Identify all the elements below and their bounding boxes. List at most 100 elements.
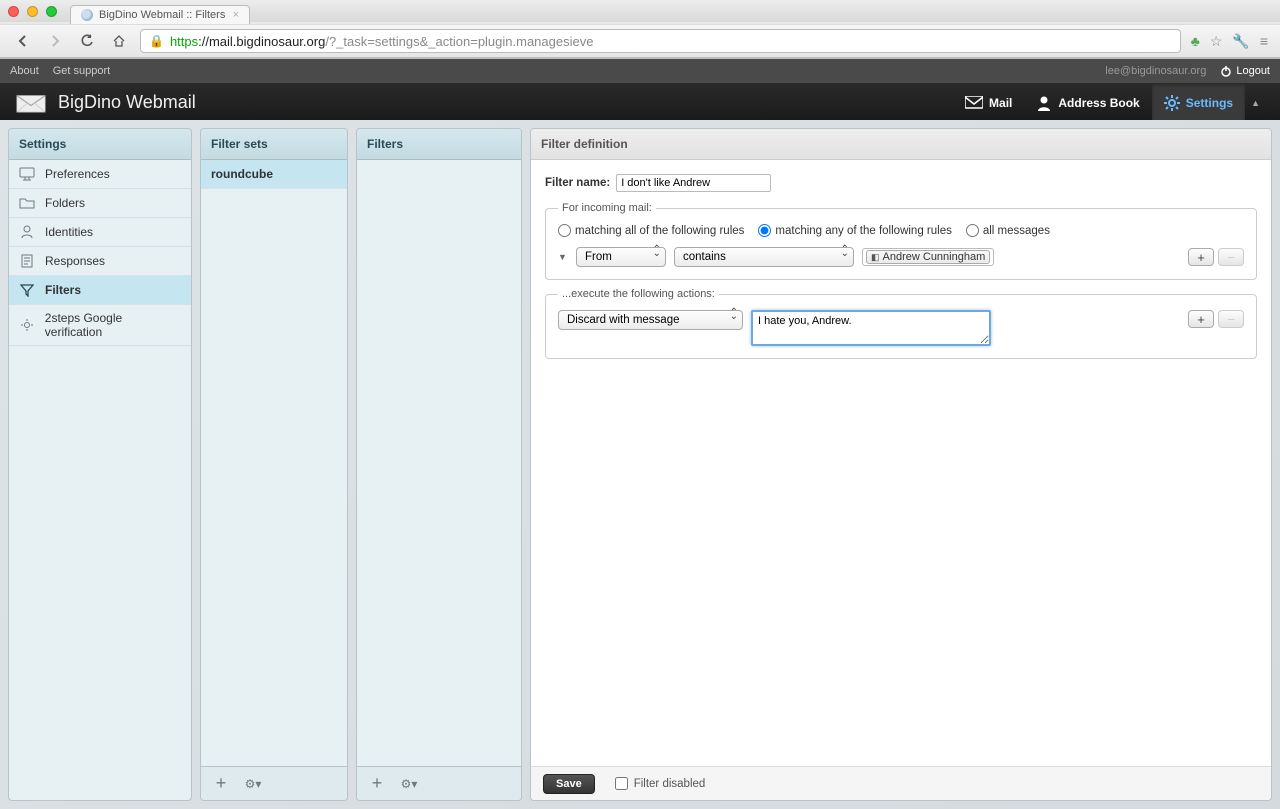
plus-icon: + [1197, 250, 1205, 265]
filter-icon [19, 282, 35, 298]
disclosure-triangle-icon[interactable]: ▼ [558, 252, 568, 262]
panel-filters-header: Filters [357, 129, 521, 160]
extension-icon[interactable]: ♣ [1191, 33, 1200, 49]
sidebar-item-filters[interactable]: Filters [9, 276, 191, 305]
panel-settings: Settings Preferences Folders Identities [8, 128, 192, 801]
rule-field-select[interactable]: From [576, 247, 666, 267]
sidebar-item-folders[interactable]: Folders [9, 189, 191, 218]
user-icon [19, 224, 35, 240]
actions-legend: ...execute the following actions: [558, 288, 719, 300]
definition-footer: Save Filter disabled [531, 766, 1271, 800]
radio-match-any[interactable]: matching any of the following rules [758, 224, 951, 237]
filters-footer: + ⚙▾ [357, 766, 521, 800]
minimize-window-button[interactable] [27, 6, 38, 17]
sidebar-item-identities[interactable]: Identities [9, 218, 191, 247]
nav-mail[interactable]: Mail [953, 83, 1024, 123]
filter-set-menu-button[interactable]: ⚙▾ [239, 772, 267, 796]
filter-menu-button[interactable]: ⚙▾ [395, 772, 423, 796]
workspace: Settings Preferences Folders Identities [0, 120, 1280, 809]
remove-action-button[interactable]: − [1218, 310, 1244, 328]
add-rule-button[interactable]: + [1188, 248, 1214, 266]
toolbar-right: ♣ ☆ 🔧 ≡ [1191, 33, 1268, 50]
about-link[interactable]: About [10, 65, 39, 77]
header-nav: Mail Address Book Settings ▲ [953, 83, 1266, 123]
tab-close-icon[interactable]: × [233, 9, 239, 21]
reload-button[interactable] [76, 30, 98, 52]
app-logo[interactable]: BigDino Webmail [14, 92, 196, 114]
filter-name-label: Filter name: [545, 177, 610, 189]
browser-toolbar: 🔒 https://mail.bigdinosaur.org/?_task=se… [0, 24, 1280, 58]
browser-chrome: BigDino Webmail :: Filters × 🔒 https://m… [0, 0, 1280, 59]
sidebar-item-responses[interactable]: Responses [9, 247, 191, 276]
menu-icon[interactable]: ≡ [1260, 33, 1268, 49]
panel-settings-header: Settings [9, 129, 191, 160]
forward-button[interactable] [44, 30, 66, 52]
sidebar-item-label: Identities [45, 225, 93, 239]
zoom-window-button[interactable] [46, 6, 57, 17]
add-filter-set-button[interactable]: + [207, 772, 235, 796]
tab-bar: BigDino Webmail :: Filters × [0, 2, 1280, 24]
address-bar[interactable]: 🔒 https://mail.bigdinosaur.org/?_task=se… [140, 29, 1181, 53]
add-action-button[interactable]: + [1188, 310, 1214, 328]
minus-icon: − [1227, 312, 1235, 327]
logout-button[interactable]: Logout [1220, 65, 1270, 77]
action-select[interactable]: Discard with message [558, 310, 743, 330]
app-header: BigDino Webmail Mail Address Book Settin… [0, 83, 1280, 123]
nav-mail-label: Mail [989, 96, 1012, 110]
back-button[interactable] [12, 30, 34, 52]
save-button[interactable]: Save [543, 774, 595, 794]
get-support-link[interactable]: Get support [53, 65, 110, 77]
filter-set-item[interactable]: roundcube [201, 160, 347, 189]
document-icon [19, 253, 35, 269]
close-window-button[interactable] [8, 6, 19, 17]
gear-icon [1164, 95, 1180, 111]
gear-dropdown-icon: ⚙▾ [245, 777, 262, 791]
plus-icon: + [1197, 312, 1205, 327]
sidebar-item-label: Responses [45, 254, 105, 268]
value-token[interactable]: ◧Andrew Cunningham [866, 250, 990, 264]
radio-match-all[interactable]: matching all of the following rules [558, 224, 744, 237]
home-button[interactable] [108, 30, 130, 52]
favicon-icon [81, 9, 93, 21]
rule-value-input[interactable]: ◧Andrew Cunningham [862, 248, 994, 266]
gear-small-icon [19, 317, 35, 333]
wrench-icon[interactable]: 🔧 [1232, 33, 1249, 50]
logout-label: Logout [1236, 65, 1270, 77]
plus-icon: + [372, 773, 383, 794]
add-filter-button[interactable]: + [363, 772, 391, 796]
monitor-icon [19, 166, 35, 182]
radio-all-messages[interactable]: all messages [966, 224, 1050, 237]
nav-address-book-label: Address Book [1058, 96, 1139, 110]
sidebar-item-preferences[interactable]: Preferences [9, 160, 191, 189]
panel-filter-sets-header: Filter sets [201, 129, 347, 160]
panel-filter-sets: Filter sets roundcube + ⚙▾ [200, 128, 348, 801]
nav-settings[interactable]: Settings [1152, 83, 1245, 123]
panel-filter-definition: Filter definition Filter name: For incom… [530, 128, 1272, 801]
browser-tab[interactable]: BigDino Webmail :: Filters × [70, 5, 250, 24]
bookmark-star-icon[interactable]: ☆ [1210, 33, 1223, 50]
mail-icon [965, 96, 983, 110]
incoming-legend: For incoming mail: [558, 202, 656, 214]
sidebar-item-label: 2steps Google verification [45, 311, 181, 339]
tab-title: BigDino Webmail :: Filters [99, 9, 225, 21]
filter-name-input[interactable] [616, 174, 771, 192]
power-icon [1220, 65, 1232, 77]
nav-address-book[interactable]: Address Book [1024, 83, 1151, 123]
padlock-icon: 🔒 [149, 34, 164, 48]
plus-icon: + [216, 773, 227, 794]
nav-settings-label: Settings [1186, 96, 1233, 110]
folder-icon [19, 195, 35, 211]
url-text: https://mail.bigdinosaur.org/?_task=sett… [170, 34, 594, 49]
person-icon [1036, 95, 1052, 111]
sidebar-item-2steps[interactable]: 2steps Google verification [9, 305, 191, 346]
action-message-textarea[interactable]: I hate you, Andrew. [751, 310, 991, 346]
panel-definition-header: Filter definition [531, 129, 1271, 160]
rule-operator-select[interactable]: contains [674, 247, 854, 267]
traffic-lights [8, 6, 57, 17]
filter-disabled-checkbox[interactable]: Filter disabled [615, 777, 706, 790]
remove-rule-button[interactable]: − [1218, 248, 1244, 266]
fieldset-actions: ...execute the following actions: Discar… [545, 288, 1257, 359]
nav-caret-icon[interactable]: ▲ [1245, 98, 1266, 108]
sidebar-item-label: Filters [45, 283, 81, 297]
token-close-icon[interactable]: ◧ [871, 252, 880, 263]
